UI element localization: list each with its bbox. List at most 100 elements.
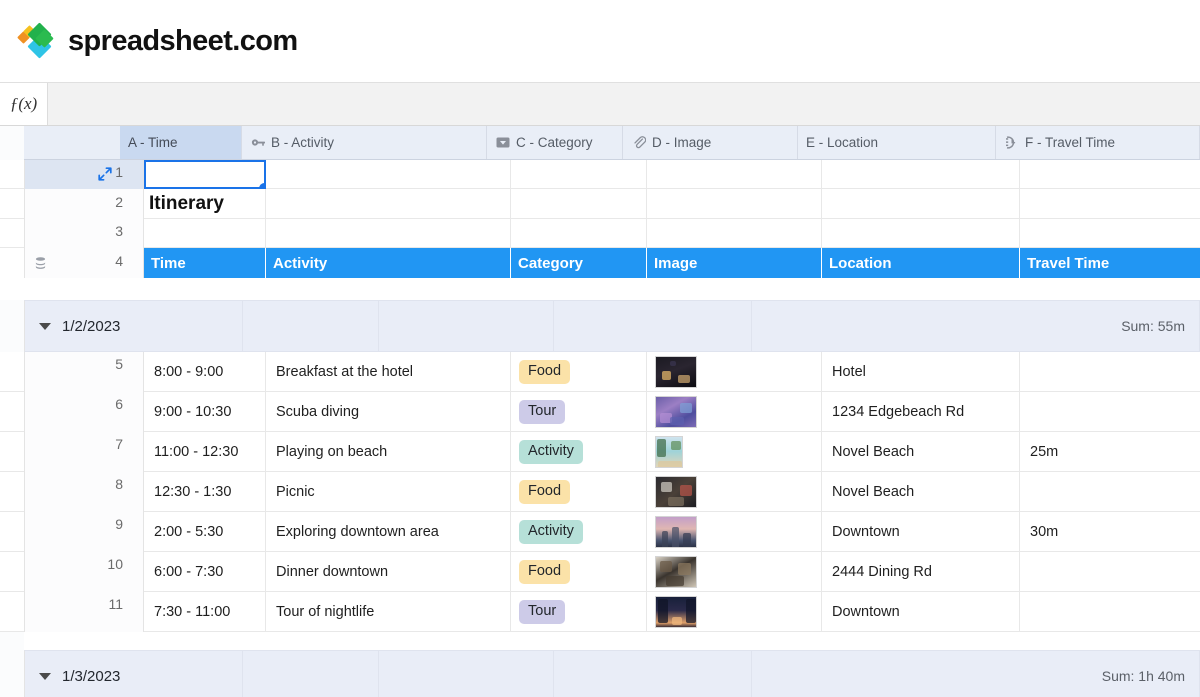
- row-number-1[interactable]: 1: [24, 160, 144, 189]
- table-header-image[interactable]: Image: [647, 248, 822, 278]
- cell-time[interactable]: 7:30 - 11:00: [144, 592, 266, 632]
- cell-activity[interactable]: Breakfast at the hotel: [266, 352, 511, 392]
- cell-activity[interactable]: Dinner downtown: [266, 552, 511, 592]
- cell-time[interactable]: 11:00 - 12:30: [144, 432, 266, 472]
- caret-down-icon[interactable]: [39, 322, 51, 330]
- column-header-a[interactable]: A - Time: [120, 126, 242, 159]
- cell-f3[interactable]: [1020, 219, 1200, 248]
- cell-activity[interactable]: Playing on beach: [266, 432, 511, 472]
- cell-location[interactable]: Downtown: [822, 512, 1020, 552]
- cell-category[interactable]: Tour: [511, 592, 647, 632]
- cell-travel-time[interactable]: [1020, 352, 1200, 392]
- cell-f2[interactable]: [1020, 189, 1200, 219]
- row-number-2[interactable]: 2: [24, 189, 144, 219]
- cell-image[interactable]: [647, 432, 822, 472]
- cell-travel-time[interactable]: [1020, 392, 1200, 432]
- cell-activity[interactable]: Scuba diving: [266, 392, 511, 432]
- table-header-category[interactable]: Category: [511, 248, 647, 278]
- cell-category[interactable]: Tour: [511, 392, 647, 432]
- column-header-c[interactable]: C - Category: [487, 126, 623, 159]
- expand-arrows-icon[interactable]: [97, 166, 113, 182]
- column-header-f[interactable]: F - Travel Time: [996, 126, 1200, 159]
- caret-down-icon[interactable]: [39, 672, 51, 680]
- cell-c2[interactable]: [511, 189, 647, 219]
- cell-time[interactable]: 2:00 - 5:30: [144, 512, 266, 552]
- cell-a3[interactable]: [144, 219, 266, 248]
- table-header-activity[interactable]: Activity: [266, 248, 511, 278]
- group-header-row[interactable]: 1/3/2023 Sum: 1h 40m: [24, 650, 1200, 697]
- table-header-travel-time[interactable]: Travel Time: [1020, 248, 1200, 278]
- city-skyline-thumbnail[interactable]: [655, 516, 697, 548]
- cell-time[interactable]: 8:00 - 9:00: [144, 352, 266, 392]
- row-number-4[interactable]: 4: [24, 248, 144, 278]
- cell-a2-title[interactable]: Itinerary: [144, 189, 266, 219]
- cell-category[interactable]: Activity: [511, 512, 647, 552]
- column-header-d[interactable]: D - Image: [623, 126, 798, 159]
- cell-b2[interactable]: [266, 189, 511, 219]
- table-header-time[interactable]: Time: [144, 248, 266, 278]
- cell-e1[interactable]: [822, 160, 1020, 189]
- cell-image[interactable]: [647, 472, 822, 512]
- category-badge[interactable]: Food: [519, 480, 571, 504]
- cell-c3[interactable]: [511, 219, 647, 248]
- coral-reef-thumbnail[interactable]: [655, 396, 697, 428]
- cell-category[interactable]: Food: [511, 352, 647, 392]
- cell-location[interactable]: 1234 Edgebeach Rd: [822, 392, 1020, 432]
- category-badge[interactable]: Activity: [519, 440, 583, 464]
- cell-time[interactable]: 9:00 - 10:30: [144, 392, 266, 432]
- row-number-9[interactable]: 9: [24, 512, 144, 552]
- cell-travel-time[interactable]: 30m: [1020, 512, 1200, 552]
- cell-travel-time[interactable]: 25m: [1020, 432, 1200, 472]
- cell-activity[interactable]: Picnic: [266, 472, 511, 512]
- category-badge[interactable]: Food: [519, 360, 571, 384]
- cell-location[interactable]: Hotel: [822, 352, 1020, 392]
- cell-activity[interactable]: Exploring downtown area: [266, 512, 511, 552]
- cell-f1[interactable]: [1020, 160, 1200, 189]
- cell-image[interactable]: [647, 592, 822, 632]
- fx-button[interactable]: ƒ(x): [0, 83, 48, 125]
- cell-image[interactable]: [647, 392, 822, 432]
- column-header-b[interactable]: B - Activity: [242, 126, 487, 159]
- category-badge[interactable]: Food: [519, 560, 571, 584]
- row-number-10[interactable]: 10: [24, 552, 144, 592]
- night-street-thumbnail[interactable]: [655, 596, 697, 628]
- row-number-11[interactable]: 11: [24, 592, 144, 632]
- cell-travel-time[interactable]: [1020, 472, 1200, 512]
- cell-image[interactable]: [647, 352, 822, 392]
- category-badge[interactable]: Tour: [519, 400, 566, 424]
- food-spread-thumbnail[interactable]: [655, 556, 697, 588]
- group-label[interactable]: 1/3/2023: [25, 651, 243, 697]
- cell-category[interactable]: Food: [511, 472, 647, 512]
- row-number-8[interactable]: 8: [24, 472, 144, 512]
- formula-input[interactable]: [48, 83, 1200, 125]
- cell-category[interactable]: Activity: [511, 432, 647, 472]
- cell-b3[interactable]: [266, 219, 511, 248]
- group-label[interactable]: 1/2/2023: [25, 301, 243, 351]
- row-number-6[interactable]: 6: [24, 392, 144, 432]
- column-header-e[interactable]: E - Location: [798, 126, 996, 159]
- category-badge[interactable]: Activity: [519, 520, 583, 544]
- cell-location[interactable]: 2444 Dining Rd: [822, 552, 1020, 592]
- cell-e2[interactable]: [822, 189, 1020, 219]
- cell-location[interactable]: Downtown: [822, 592, 1020, 632]
- beach-palm-thumbnail[interactable]: [655, 436, 683, 468]
- group-header-row[interactable]: 1/2/2023 Sum: 55m: [24, 300, 1200, 352]
- cell-e3[interactable]: [822, 219, 1020, 248]
- cell-d2[interactable]: [647, 189, 822, 219]
- restaurant-night-thumbnail[interactable]: [655, 356, 697, 388]
- cell-activity[interactable]: Tour of nightlife: [266, 592, 511, 632]
- picnic-table-thumbnail[interactable]: [655, 476, 697, 508]
- row-number-5[interactable]: 5: [24, 352, 144, 392]
- row-number-7[interactable]: 7: [24, 432, 144, 472]
- cell-c1[interactable]: [511, 160, 647, 189]
- table-header-location[interactable]: Location: [822, 248, 1020, 278]
- fill-handle[interactable]: [259, 183, 264, 187]
- row-number-3[interactable]: 3: [24, 219, 144, 248]
- cell-time[interactable]: 12:30 - 1:30: [144, 472, 266, 512]
- cell-travel-time[interactable]: [1020, 552, 1200, 592]
- cell-b1[interactable]: [266, 160, 511, 189]
- cell-image[interactable]: [647, 552, 822, 592]
- category-badge[interactable]: Tour: [519, 600, 566, 624]
- cell-location[interactable]: Novel Beach: [822, 432, 1020, 472]
- cell-image[interactable]: [647, 512, 822, 552]
